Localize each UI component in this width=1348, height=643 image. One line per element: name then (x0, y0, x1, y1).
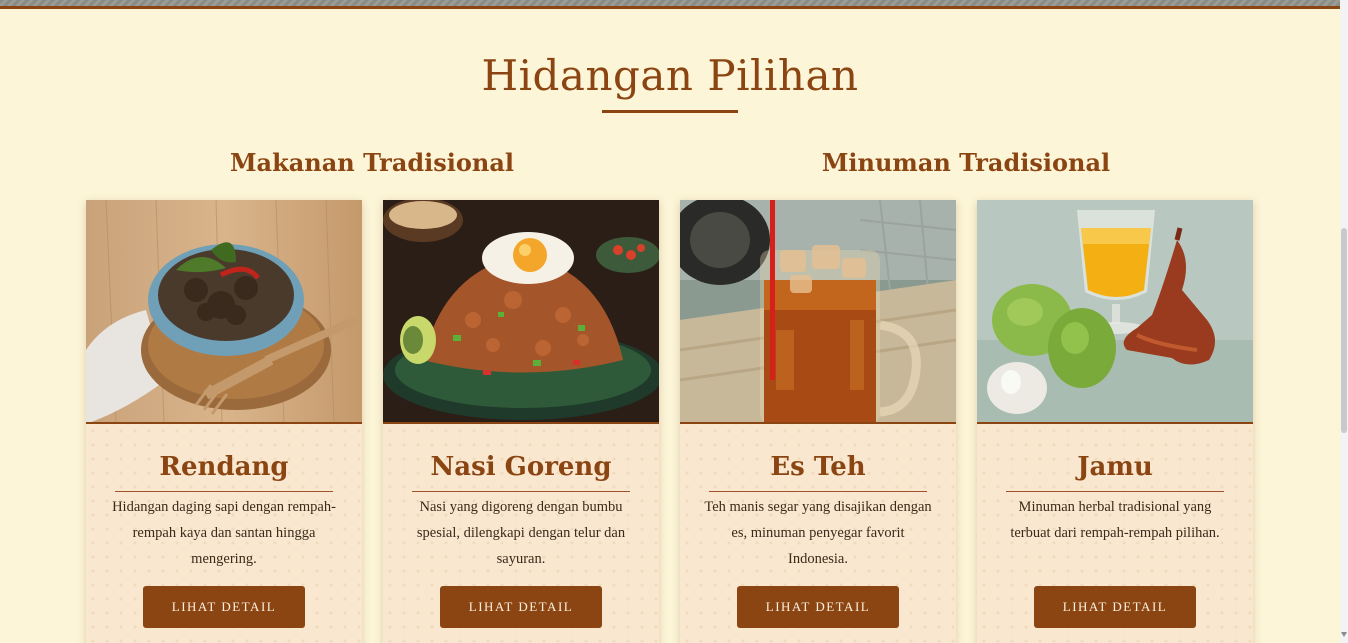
view-detail-button[interactable]: LIHAT DETAIL (143, 586, 305, 628)
scrollbar-thumb[interactable] (1341, 228, 1347, 433)
dish-divider (115, 491, 333, 492)
dish-card-rendang: Rendang Hidangan daging sapi dengan remp… (86, 200, 362, 643)
dish-card-es-teh: Es Teh Teh manis segar yang disajikan de… (680, 200, 956, 643)
dish-name: Jamu (1077, 452, 1153, 482)
category-title-drink: Minuman Tradisional (821, 148, 1111, 177)
featured-dishes-section: Hidangan Pilihan Makanan Tradisional Min… (0, 9, 1340, 643)
view-detail-button[interactable]: LIHAT DETAIL (737, 586, 899, 628)
dish-description: Hidangan daging sapi dengan rempah-rempa… (112, 499, 336, 567)
dish-description: Teh manis segar yang disajikan dengan es… (704, 499, 932, 567)
dish-divider (1006, 491, 1224, 492)
dish-name: Nasi Goreng (430, 452, 612, 482)
dish-name: Es Teh (770, 452, 866, 482)
dish-card-jamu: Jamu Minuman herbal tradisional yang ter… (977, 200, 1253, 643)
dish-description: Nasi yang digoreng dengan bumbu spesial,… (416, 499, 626, 567)
dish-divider (412, 491, 630, 492)
view-detail-button[interactable]: LIHAT DETAIL (1034, 586, 1196, 628)
rendang-image (86, 200, 362, 424)
title-underline (602, 110, 738, 113)
vertical-scrollbar[interactable] (1340, 0, 1348, 643)
category-title-food: Makanan Tradisional (229, 148, 515, 177)
nasi-goreng-image (383, 200, 659, 424)
view-detail-button[interactable]: LIHAT DETAIL (440, 586, 602, 628)
scroll-down-arrow-icon[interactable] (1341, 632, 1347, 637)
dish-divider (709, 491, 927, 492)
es-teh-image (680, 200, 956, 424)
dish-description: Minuman herbal tradisional yang terbuat … (1010, 499, 1220, 541)
top-border-strip (0, 0, 1340, 9)
dish-name: Rendang (159, 452, 289, 482)
jamu-image (977, 200, 1253, 424)
dish-card-nasi-goreng: Nasi Goreng Nasi yang digoreng dengan bu… (383, 200, 659, 643)
section-title: Hidangan Pilihan (481, 51, 859, 100)
